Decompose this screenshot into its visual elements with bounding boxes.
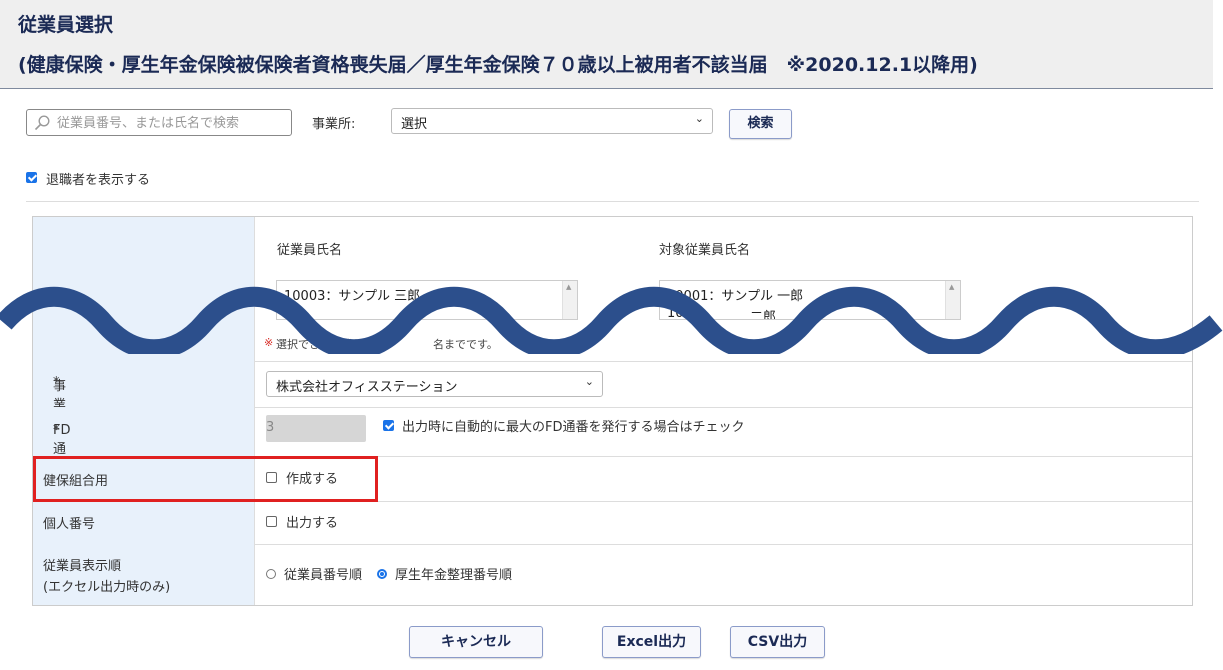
sort-employee-number-radio[interactable] — [266, 569, 276, 579]
office-filter-select[interactable]: 選択 ⌄ — [391, 108, 713, 134]
fd-number-row: *FD通番 3 出力時に自動的に最大のFD通番を発行する場合はチェック — [33, 407, 1192, 476]
my-number-label-cell: 個人番号 — [33, 501, 255, 544]
chevron-down-icon: ⌄ — [694, 112, 704, 125]
show-retired-checkbox[interactable] — [26, 172, 37, 183]
sort-order-label-cell: 従業員表示順 (エクセル出力時のみ) — [33, 544, 255, 605]
excel-export-button[interactable]: Excel出力 — [602, 626, 701, 658]
sort-pension-number-label: 厚生年金整理番号順 — [395, 568, 513, 583]
search-input[interactable] — [55, 112, 291, 135]
page-subtitle: (健康保険・厚生年金保険被保険者資格喪失届／厚生年金保険７０歳以上被用者不該当届… — [18, 54, 978, 76]
office-select-value: 株式会社オフィスステーション — [276, 380, 458, 395]
wave-break-graphic — [0, 286, 1223, 354]
office-filter-value: 選択 — [401, 117, 428, 132]
fd-auto-label: 出力時に自動的に最大のFD通番を発行する場合はチェック — [402, 420, 745, 435]
office-filter-label: 事業所: — [312, 117, 356, 132]
fd-auto-checkbox[interactable] — [383, 420, 394, 431]
sort-order-label-line2: (エクセル出力時のみ) — [43, 580, 171, 595]
my-number-field-label: 個人番号 — [43, 517, 96, 532]
office-label-cell: *事業所 — [33, 361, 255, 432]
page-title: 従業員選択 — [18, 14, 114, 36]
cancel-button[interactable]: キャンセル — [409, 626, 543, 658]
chevron-down-icon: ⌄ — [584, 375, 594, 388]
office-row: *事業所 株式会社オフィスステーション ⌄ — [33, 361, 1192, 432]
sort-order-row: 従業員表示順 (エクセル出力時のみ) 従業員番号順 厚生年金整理番号順 — [33, 544, 1192, 605]
search-box[interactable] — [26, 109, 292, 136]
office-select[interactable]: 株式会社オフィスステーション ⌄ — [266, 371, 603, 397]
target-employees-header: 対象従業員氏名 — [659, 243, 751, 258]
search-icon — [34, 115, 50, 131]
fd-number-value: 3 — [266, 420, 275, 435]
sort-order-label-line1: 従業員表示順 — [43, 559, 122, 574]
sort-pension-number-radio[interactable] — [377, 569, 387, 579]
csv-export-button[interactable]: CSV出力 — [730, 626, 825, 658]
search-button[interactable]: 検索 — [729, 109, 792, 139]
highlight-box — [33, 456, 378, 502]
form-table: 従業員氏名 対象従業員氏名 10003：サンプル 三郎 10001：サンプル 一… — [32, 216, 1193, 606]
sort-employee-number-label: 従業員番号順 — [284, 568, 363, 583]
fd-number-input[interactable]: 3 — [266, 415, 366, 442]
fd-label-cell: *FD通番 — [33, 407, 255, 476]
page-header: 従業員選択 (健康保険・厚生年金保険被保険者資格喪失届／厚生年金保険７０歳以上被… — [0, 0, 1213, 89]
my-number-row: 個人番号 出力する — [33, 501, 1192, 545]
divider — [26, 201, 1199, 202]
show-retired-label: 退職者を表示する — [46, 173, 151, 188]
my-number-option-label: 出力する — [286, 516, 339, 531]
my-number-checkbox[interactable] — [266, 516, 277, 527]
source-employees-header: 従業員氏名 — [277, 243, 343, 258]
